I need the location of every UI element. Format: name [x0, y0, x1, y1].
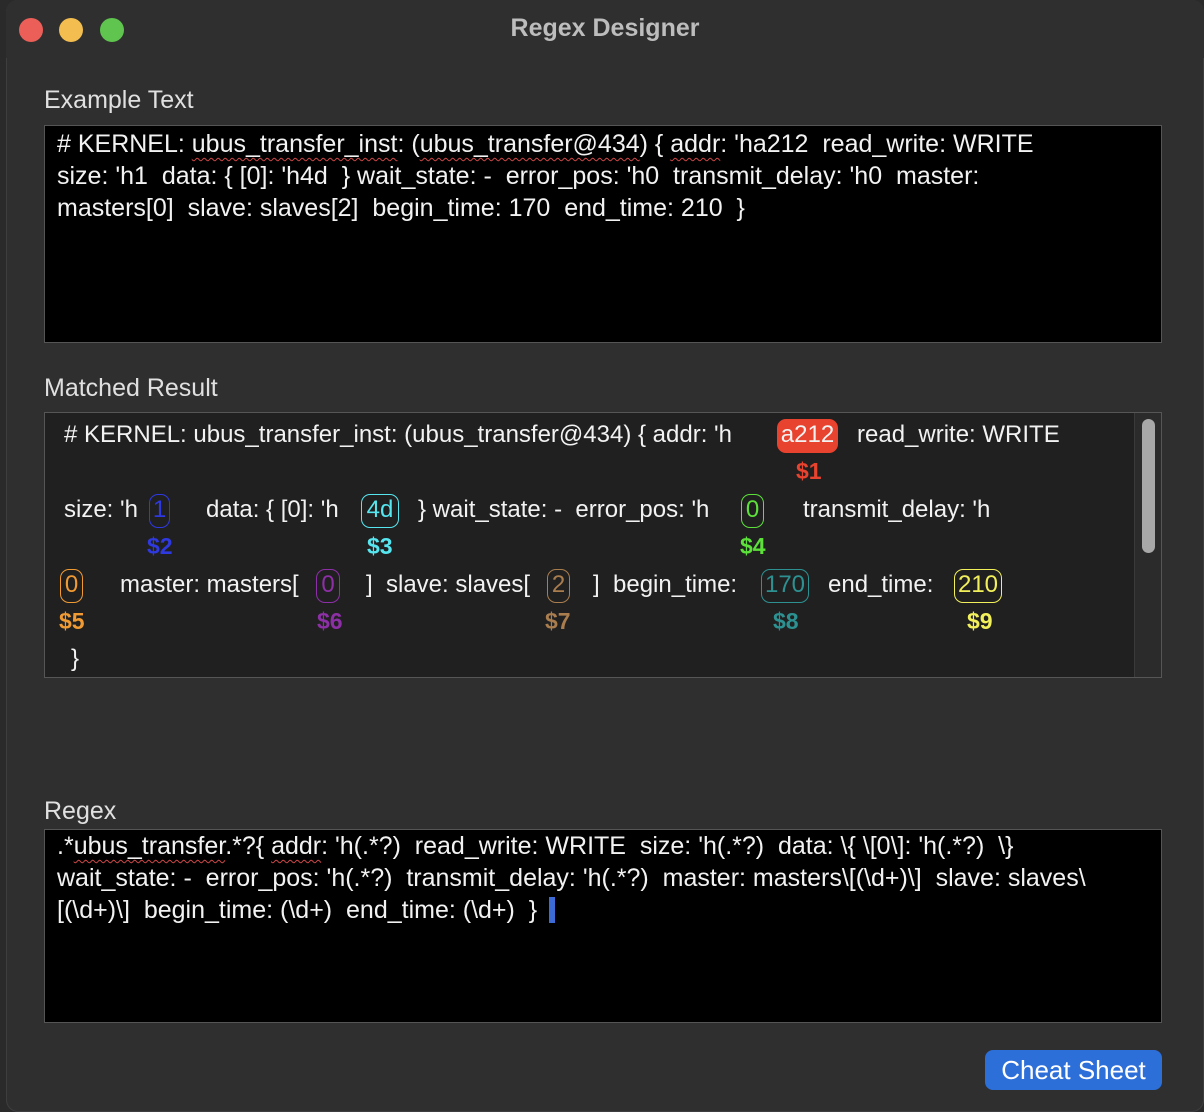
- capture-1: a212: [777, 419, 838, 453]
- example-line-2: size: 'h1 data: { [0]: 'h4d } wait_state…: [57, 162, 980, 190]
- group-label-4: $4: [740, 533, 766, 559]
- example-line-3: masters[0] slave: slaves[2] begin_time: …: [57, 194, 745, 222]
- capture-2: 1: [149, 494, 170, 528]
- regex-designer-window: Regex Designer Example Text # KERNEL: ub…: [6, 0, 1204, 1112]
- regex-input[interactable]: .*ubus_transfer.*?{ addr: 'h(.*?) read_w…: [44, 829, 1162, 1023]
- capture-9: 210: [954, 569, 1002, 603]
- capture-5: 0: [60, 569, 83, 603]
- capture-3: 4d: [361, 494, 399, 528]
- capture-7: 2: [547, 569, 570, 603]
- result-row-1-tail: read_write: WRITE: [857, 421, 1060, 448]
- result-row-1-text: # KERNEL: ubus_transfer_inst: (ubus_tran…: [64, 421, 732, 448]
- regex-label: Regex: [44, 797, 117, 825]
- matched-result-label: Matched Result: [44, 374, 218, 402]
- capture-6: 0: [316, 569, 340, 603]
- capture-4: 0: [741, 494, 764, 528]
- example-text-input[interactable]: # KERNEL: ubus_transfer_inst: (ubus_tran…: [44, 125, 1162, 343]
- result-row-3-a: master: masters[: [120, 571, 299, 598]
- result-row-4: }: [71, 645, 80, 672]
- group-label-1: $1: [796, 458, 822, 484]
- result-row-2-d: transmit_delay: 'h: [803, 496, 991, 523]
- group-label-6: $6: [317, 608, 343, 634]
- group-label-7: $7: [545, 608, 571, 634]
- group-label-8: $8: [773, 608, 799, 634]
- result-row-2-b: data: { [0]: 'h: [206, 496, 339, 523]
- example-line-1: # KERNEL: ubus_transfer_inst: (ubus_tran…: [57, 130, 1034, 158]
- result-row-3-d: end_time:: [828, 571, 934, 598]
- group-label-5: $5: [59, 608, 85, 634]
- result-row-3-b: ] slave: slaves[: [366, 571, 531, 598]
- group-label-2: $2: [147, 533, 173, 559]
- regex-line-2: wait_state: - error_pos: 'h(.*?) transmi…: [57, 864, 1086, 892]
- group-label-3: $3: [367, 533, 393, 559]
- result-row-3-c: ] begin_time:: [593, 571, 738, 598]
- result-row-2-c: } wait_state: - error_pos: 'h: [418, 496, 710, 523]
- title-bar: Regex Designer: [6, 0, 1204, 58]
- matched-result-view[interactable]: # KERNEL: ubus_transfer_inst: (ubus_tran…: [44, 412, 1162, 678]
- capture-8: 170: [761, 569, 809, 603]
- window-title: Regex Designer: [510, 14, 700, 42]
- text-cursor: [549, 897, 556, 923]
- cheat-sheet-button[interactable]: Cheat Sheet: [985, 1050, 1162, 1090]
- result-row-2-a: size: 'h: [64, 496, 138, 523]
- result-scroll-thumb[interactable]: [1142, 419, 1155, 553]
- regex-line-3: [(\d+)\] begin_time: (\d+) end_time: (\d…: [57, 894, 1149, 926]
- regex-line-1: .*ubus_transfer.*?{ addr: 'h(.*?) read_w…: [57, 832, 1014, 860]
- example-text-label: Example Text: [44, 86, 194, 114]
- result-scrollbar[interactable]: [1134, 413, 1161, 677]
- group-label-9: $9: [967, 608, 993, 634]
